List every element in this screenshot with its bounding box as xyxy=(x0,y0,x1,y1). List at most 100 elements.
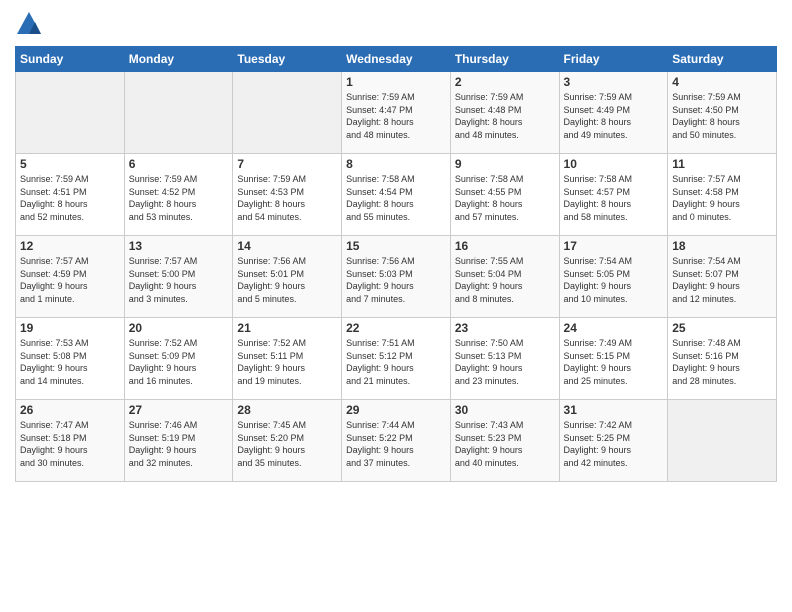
day-number: 10 xyxy=(564,157,664,171)
day-info: Sunrise: 7:52 AM Sunset: 5:09 PM Dayligh… xyxy=(129,337,229,387)
col-header-wednesday: Wednesday xyxy=(342,47,451,72)
day-number: 11 xyxy=(672,157,772,171)
day-number: 5 xyxy=(20,157,120,171)
day-info: Sunrise: 7:59 AM Sunset: 4:51 PM Dayligh… xyxy=(20,173,120,223)
col-header-thursday: Thursday xyxy=(450,47,559,72)
day-number: 8 xyxy=(346,157,446,171)
day-number: 21 xyxy=(237,321,337,335)
day-cell: 9 Sunrise: 7:58 AM Sunset: 4:55 PM Daylig… xyxy=(450,154,559,236)
day-cell: 13 Sunrise: 7:57 AM Sunset: 5:00 PM Dayli… xyxy=(124,236,233,318)
day-info: Sunrise: 7:54 AM Sunset: 5:07 PM Dayligh… xyxy=(672,255,772,305)
day-cell xyxy=(233,72,342,154)
day-number: 27 xyxy=(129,403,229,417)
day-info: Sunrise: 7:44 AM Sunset: 5:22 PM Dayligh… xyxy=(346,419,446,469)
day-info: Sunrise: 7:57 AM Sunset: 5:00 PM Dayligh… xyxy=(129,255,229,305)
day-cell: 4Sunrise: 7:59 AM Sunset: 4:50 PM Daylig… xyxy=(668,72,777,154)
day-cell: 12 Sunrise: 7:57 AM Sunset: 4:59 PM Dayli… xyxy=(16,236,125,318)
day-cell: 14Sunrise: 7:56 AM Sunset: 5:01 PM Dayli… xyxy=(233,236,342,318)
day-number: 30 xyxy=(455,403,555,417)
day-cell: 8 Sunrise: 7:58 AM Sunset: 4:54 PM Daylig… xyxy=(342,154,451,236)
day-info: Sunrise: 7:59 AM Sunset: 4:52 PM Dayligh… xyxy=(129,173,229,223)
day-number: 28 xyxy=(237,403,337,417)
day-number: 4 xyxy=(672,75,772,89)
day-info: Sunrise: 7:53 AM Sunset: 5:08 PM Dayligh… xyxy=(20,337,120,387)
day-cell: 24 Sunrise: 7:49 AM Sunset: 5:15 PM Dayli… xyxy=(559,318,668,400)
day-cell: 18 Sunrise: 7:54 AM Sunset: 5:07 PM Dayli… xyxy=(668,236,777,318)
col-header-sunday: Sunday xyxy=(16,47,125,72)
day-info: Sunrise: 7:48 AM Sunset: 5:16 PM Dayligh… xyxy=(672,337,772,387)
day-info: Sunrise: 7:59 AM Sunset: 4:53 PM Dayligh… xyxy=(237,173,337,223)
day-number: 26 xyxy=(20,403,120,417)
day-cell xyxy=(668,400,777,482)
day-number: 14 xyxy=(237,239,337,253)
day-number: 1 xyxy=(346,75,446,89)
day-cell: 19 Sunrise: 7:53 AM Sunset: 5:08 PM Dayli… xyxy=(16,318,125,400)
day-cell: 26 Sunrise: 7:47 AM Sunset: 5:18 PM Dayli… xyxy=(16,400,125,482)
day-cell: 20 Sunrise: 7:52 AM Sunset: 5:09 PM Dayli… xyxy=(124,318,233,400)
day-number: 15 xyxy=(346,239,446,253)
col-header-friday: Friday xyxy=(559,47,668,72)
day-number: 19 xyxy=(20,321,120,335)
day-number: 23 xyxy=(455,321,555,335)
day-info: Sunrise: 7:50 AM Sunset: 5:13 PM Dayligh… xyxy=(455,337,555,387)
day-info: Sunrise: 7:52 AM Sunset: 5:11 PM Dayligh… xyxy=(237,337,337,387)
day-cell: 2Sunrise: 7:59 AM Sunset: 4:48 PM Daylig… xyxy=(450,72,559,154)
day-cell: 16Sunrise: 7:55 AM Sunset: 5:04 PM Dayli… xyxy=(450,236,559,318)
logo xyxy=(15,10,47,38)
day-number: 20 xyxy=(129,321,229,335)
day-number: 17 xyxy=(564,239,664,253)
day-cell: 28 Sunrise: 7:45 AM Sunset: 5:20 PM Dayli… xyxy=(233,400,342,482)
day-cell: 22Sunrise: 7:51 AM Sunset: 5:12 PM Dayli… xyxy=(342,318,451,400)
col-header-tuesday: Tuesday xyxy=(233,47,342,72)
page: SundayMondayTuesdayWednesdayThursdayFrid… xyxy=(0,0,792,612)
day-cell: 7 Sunrise: 7:59 AM Sunset: 4:53 PM Daylig… xyxy=(233,154,342,236)
day-info: Sunrise: 7:59 AM Sunset: 4:49 PM Dayligh… xyxy=(564,91,664,141)
header xyxy=(15,10,777,38)
day-cell: 3 Sunrise: 7:59 AM Sunset: 4:49 PM Daylig… xyxy=(559,72,668,154)
day-info: Sunrise: 7:46 AM Sunset: 5:19 PM Dayligh… xyxy=(129,419,229,469)
calendar-table: SundayMondayTuesdayWednesdayThursdayFrid… xyxy=(15,46,777,482)
day-info: Sunrise: 7:59 AM Sunset: 4:47 PM Dayligh… xyxy=(346,91,446,141)
day-info: Sunrise: 7:54 AM Sunset: 5:05 PM Dayligh… xyxy=(564,255,664,305)
day-info: Sunrise: 7:57 AM Sunset: 4:59 PM Dayligh… xyxy=(20,255,120,305)
day-cell: 27 Sunrise: 7:46 AM Sunset: 5:19 PM Dayli… xyxy=(124,400,233,482)
day-number: 7 xyxy=(237,157,337,171)
day-cell: 21 Sunrise: 7:52 AM Sunset: 5:11 PM Dayli… xyxy=(233,318,342,400)
day-info: Sunrise: 7:42 AM Sunset: 5:25 PM Dayligh… xyxy=(564,419,664,469)
day-number: 18 xyxy=(672,239,772,253)
day-info: Sunrise: 7:43 AM Sunset: 5:23 PM Dayligh… xyxy=(455,419,555,469)
day-cell xyxy=(124,72,233,154)
day-info: Sunrise: 7:58 AM Sunset: 4:54 PM Dayligh… xyxy=(346,173,446,223)
day-info: Sunrise: 7:49 AM Sunset: 5:15 PM Dayligh… xyxy=(564,337,664,387)
col-header-saturday: Saturday xyxy=(668,47,777,72)
day-info: Sunrise: 7:59 AM Sunset: 4:48 PM Dayligh… xyxy=(455,91,555,141)
day-number: 9 xyxy=(455,157,555,171)
day-info: Sunrise: 7:55 AM Sunset: 5:04 PM Dayligh… xyxy=(455,255,555,305)
day-cell: 17 Sunrise: 7:54 AM Sunset: 5:05 PM Dayli… xyxy=(559,236,668,318)
day-cell: 29 Sunrise: 7:44 AM Sunset: 5:22 PM Dayli… xyxy=(342,400,451,482)
day-info: Sunrise: 7:58 AM Sunset: 4:55 PM Dayligh… xyxy=(455,173,555,223)
day-number: 29 xyxy=(346,403,446,417)
day-number: 24 xyxy=(564,321,664,335)
week-row-2: 12 Sunrise: 7:57 AM Sunset: 4:59 PM Dayli… xyxy=(16,236,777,318)
day-cell: 30 Sunrise: 7:43 AM Sunset: 5:23 PM Dayli… xyxy=(450,400,559,482)
day-info: Sunrise: 7:58 AM Sunset: 4:57 PM Dayligh… xyxy=(564,173,664,223)
day-info: Sunrise: 7:45 AM Sunset: 5:20 PM Dayligh… xyxy=(237,419,337,469)
day-number: 13 xyxy=(129,239,229,253)
day-number: 12 xyxy=(20,239,120,253)
week-row-4: 26 Sunrise: 7:47 AM Sunset: 5:18 PM Dayli… xyxy=(16,400,777,482)
day-number: 25 xyxy=(672,321,772,335)
day-info: Sunrise: 7:56 AM Sunset: 5:03 PM Dayligh… xyxy=(346,255,446,305)
day-cell: 23 Sunrise: 7:50 AM Sunset: 5:13 PM Dayli… xyxy=(450,318,559,400)
col-header-monday: Monday xyxy=(124,47,233,72)
week-row-1: 5 Sunrise: 7:59 AM Sunset: 4:51 PM Daylig… xyxy=(16,154,777,236)
day-info: Sunrise: 7:51 AM Sunset: 5:12 PM Dayligh… xyxy=(346,337,446,387)
day-number: 3 xyxy=(564,75,664,89)
week-row-3: 19 Sunrise: 7:53 AM Sunset: 5:08 PM Dayli… xyxy=(16,318,777,400)
day-info: Sunrise: 7:47 AM Sunset: 5:18 PM Dayligh… xyxy=(20,419,120,469)
day-cell: 6Sunrise: 7:59 AM Sunset: 4:52 PM Daylig… xyxy=(124,154,233,236)
header-row: SundayMondayTuesdayWednesdayThursdayFrid… xyxy=(16,47,777,72)
day-cell: 15 Sunrise: 7:56 AM Sunset: 5:03 PM Dayli… xyxy=(342,236,451,318)
day-cell: 5 Sunrise: 7:59 AM Sunset: 4:51 PM Daylig… xyxy=(16,154,125,236)
day-info: Sunrise: 7:57 AM Sunset: 4:58 PM Dayligh… xyxy=(672,173,772,223)
